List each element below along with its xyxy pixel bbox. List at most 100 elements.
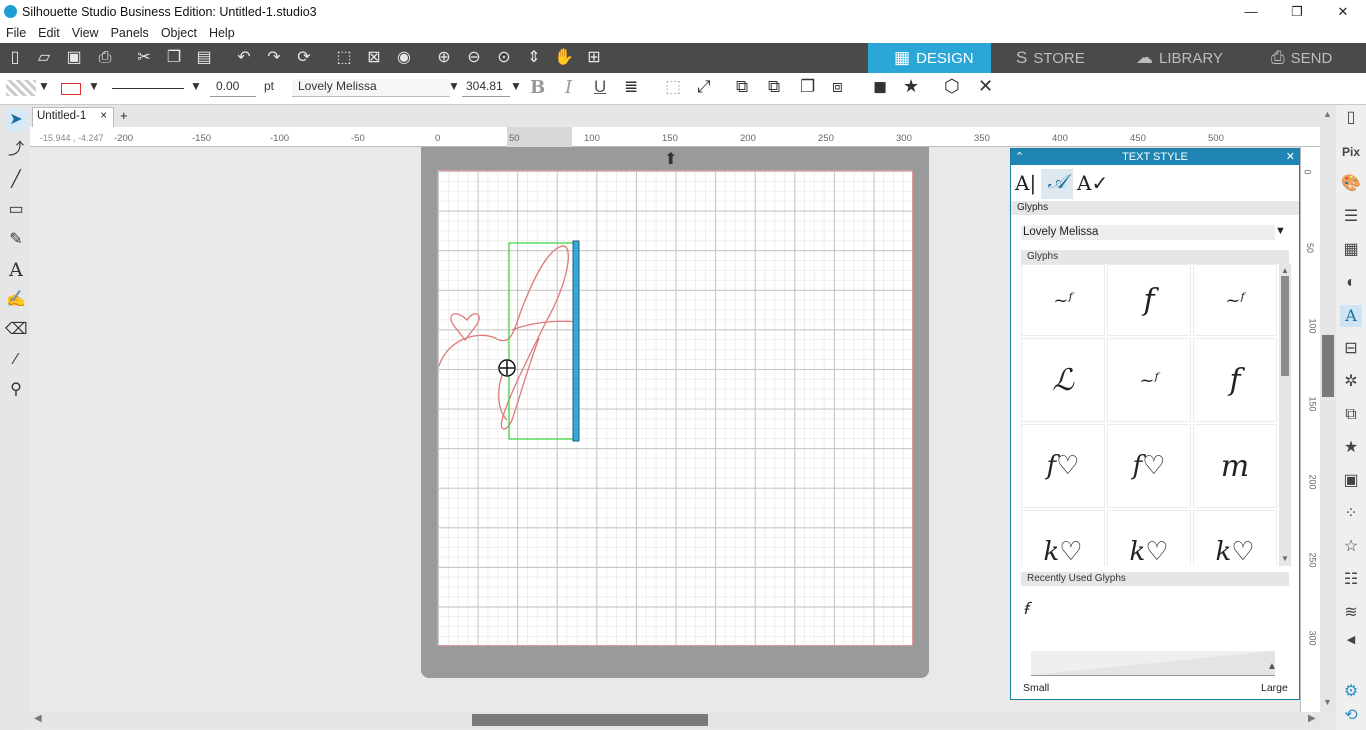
close-panel-icon[interactable]: ✕: [1286, 149, 1295, 165]
zoom-in-icon[interactable]: ⊕: [434, 48, 454, 68]
glyph-cell[interactable]: k♡: [1021, 510, 1105, 566]
sync-icon[interactable]: ⟲: [1340, 705, 1362, 727]
favorite-star-icon[interactable]: ★: [903, 76, 919, 97]
glyph-cell[interactable]: f: [1107, 264, 1191, 336]
close-x-icon[interactable]: ✕: [978, 76, 993, 97]
font-size-input[interactable]: 304.81: [462, 79, 510, 97]
add-tab-button[interactable]: +: [120, 108, 128, 123]
edit-points-icon[interactable]: ⤴: [5, 139, 27, 161]
drag-zoom-icon[interactable]: ⇕: [524, 48, 544, 68]
fill-dropdown-icon[interactable]: ▼: [38, 79, 50, 93]
text-style-panel-icon[interactable]: A: [1340, 305, 1362, 327]
layers-icon[interactable]: ☷: [1340, 569, 1362, 591]
minimize-button[interactable]: —: [1228, 0, 1274, 23]
glyph-font-select[interactable]: Lovely Melissa: [1021, 225, 1275, 240]
3d-box-icon[interactable]: ⬡: [944, 76, 960, 97]
scroll-up-icon[interactable]: ▲: [1323, 109, 1332, 119]
modify-icon[interactable]: ⁘: [1340, 503, 1362, 525]
glyph-font-dropdown-icon[interactable]: ▼: [1275, 225, 1286, 237]
glyph-cell[interactable]: ~ᶠ: [1193, 264, 1277, 336]
spellcheck-tab-icon[interactable]: A✓: [1077, 171, 1108, 195]
bold-button[interactable]: B: [530, 77, 545, 98]
line-style-panel-icon[interactable]: ☰: [1340, 206, 1362, 228]
text-to-path-icon[interactable]: ⤢: [697, 77, 711, 97]
send-to-back-icon[interactable]: ⧉: [768, 77, 780, 97]
pointer-tool-icon[interactable]: ➤: [5, 109, 27, 131]
scroll-right-icon[interactable]: ▶: [1308, 713, 1316, 724]
glyph-cell[interactable]: f♡: [1021, 424, 1105, 508]
line-color-swatch[interactable]: [61, 83, 81, 95]
vertical-scroll-thumb[interactable]: [1322, 335, 1334, 397]
offset-icon[interactable]: ✲: [1340, 371, 1362, 393]
redraw-icon[interactable]: ⟳: [294, 48, 314, 68]
star-shape-icon[interactable]: ★: [1340, 437, 1362, 459]
size-slider-handle-icon[interactable]: ▲: [1267, 661, 1277, 672]
print-icon[interactable]: ⎙: [95, 48, 115, 68]
text-object[interactable]: [437, 170, 913, 646]
recent-glyph[interactable]: ꞙ: [1023, 597, 1028, 619]
transparency-icon[interactable]: ◐: [1340, 272, 1362, 294]
favorites-icon[interactable]: ☆: [1340, 536, 1362, 558]
scroll-left-icon[interactable]: ◀: [34, 713, 42, 724]
glyph-scrollbar[interactable]: ▲ ▼: [1279, 264, 1291, 566]
page-setup-icon[interactable]: ▯: [1340, 107, 1362, 129]
fill-panel-icon[interactable]: 🎨: [1340, 173, 1362, 195]
glyph-scroll-down-icon[interactable]: ▼: [1281, 554, 1289, 563]
zoom-select-icon[interactable]: ⊙: [494, 48, 514, 68]
tab-store[interactable]: S STORE: [1016, 43, 1116, 73]
glyph-cell[interactable]: k♡: [1107, 510, 1191, 566]
send-backward-icon[interactable]: ⧈: [832, 77, 843, 97]
glyph-scroll-up-icon[interactable]: ▲: [1281, 266, 1289, 275]
replicate-icon[interactable]: ⧉: [1340, 404, 1362, 426]
trace-icon[interactable]: ▣: [1340, 470, 1362, 492]
pencil-tool-icon[interactable]: ✎: [5, 229, 27, 251]
cut-icon[interactable]: ✂: [134, 48, 154, 68]
select-by-color-icon[interactable]: ◉: [394, 48, 414, 68]
pixscan-icon[interactable]: Pix: [1340, 141, 1362, 163]
horizontal-scrollbar[interactable]: ◀ ▶: [30, 712, 1320, 728]
line-color-dropdown-icon[interactable]: ▼: [88, 79, 100, 93]
rectangle-tool-icon[interactable]: ▭: [5, 199, 27, 221]
eraser-tool-icon[interactable]: ⌫: [5, 319, 28, 341]
maximize-button[interactable]: ❐: [1274, 0, 1320, 23]
tab-untitled-1[interactable]: Untitled-1 ×: [32, 107, 114, 127]
line-tool-icon[interactable]: ╱: [5, 169, 27, 191]
settings-gear-icon[interactable]: ⚙: [1340, 681, 1362, 703]
menu-view[interactable]: View: [66, 26, 105, 40]
fill-pattern-icon[interactable]: ▦: [1340, 239, 1362, 261]
glyph-cell[interactable]: f: [1193, 338, 1277, 422]
sketch-tool-icon[interactable]: ✍: [5, 289, 27, 311]
align-icon[interactable]: ≣: [624, 77, 638, 97]
glyph-cell[interactable]: ~ᶠ: [1107, 338, 1191, 422]
line-width-input[interactable]: 0.00: [210, 79, 256, 97]
save-icon[interactable]: ▣: [64, 48, 84, 68]
paste-icon[interactable]: ▤: [194, 48, 214, 68]
underline-button[interactable]: U: [594, 77, 606, 97]
close-tab-icon[interactable]: ×: [100, 110, 107, 122]
glyphs-tab-icon[interactable]: 𝒜: [1041, 169, 1073, 199]
vertical-scrollbar[interactable]: ▲ ▼: [1320, 105, 1336, 712]
zoom-out-icon[interactable]: ⊖: [464, 48, 484, 68]
undo-icon[interactable]: ↶: [234, 48, 254, 68]
line-style-dropdown-icon[interactable]: ▼: [190, 79, 202, 93]
tab-library[interactable]: ☁ LIBRARY: [1136, 43, 1251, 73]
menu-edit[interactable]: Edit: [32, 26, 66, 40]
italic-button[interactable]: I: [565, 77, 572, 98]
scroll-down-icon[interactable]: ▼: [1323, 697, 1332, 707]
weld-icon[interactable]: ◼: [873, 77, 887, 97]
knife-tool-icon[interactable]: ∕: [5, 349, 27, 371]
collapse-icon[interactable]: ◀: [1340, 629, 1362, 651]
menu-help[interactable]: Help: [203, 26, 241, 40]
font-dropdown-icon[interactable]: ▼: [448, 79, 460, 93]
redo-icon[interactable]: ↷: [264, 48, 284, 68]
glyph-cell[interactable]: k♡: [1193, 510, 1277, 566]
glyph-scroll-thumb[interactable]: [1281, 276, 1289, 376]
bring-forward-icon[interactable]: ❐: [800, 77, 815, 97]
collapse-panel-icon[interactable]: ⌃: [1015, 149, 1024, 165]
text-frame-icon[interactable]: ⬚: [665, 77, 681, 97]
glyph-cell[interactable]: m: [1193, 424, 1277, 508]
close-button[interactable]: ✕: [1320, 0, 1366, 23]
fill-swatch[interactable]: [6, 80, 36, 96]
menu-panels[interactable]: Panels: [105, 26, 155, 40]
menu-file[interactable]: File: [0, 26, 32, 40]
